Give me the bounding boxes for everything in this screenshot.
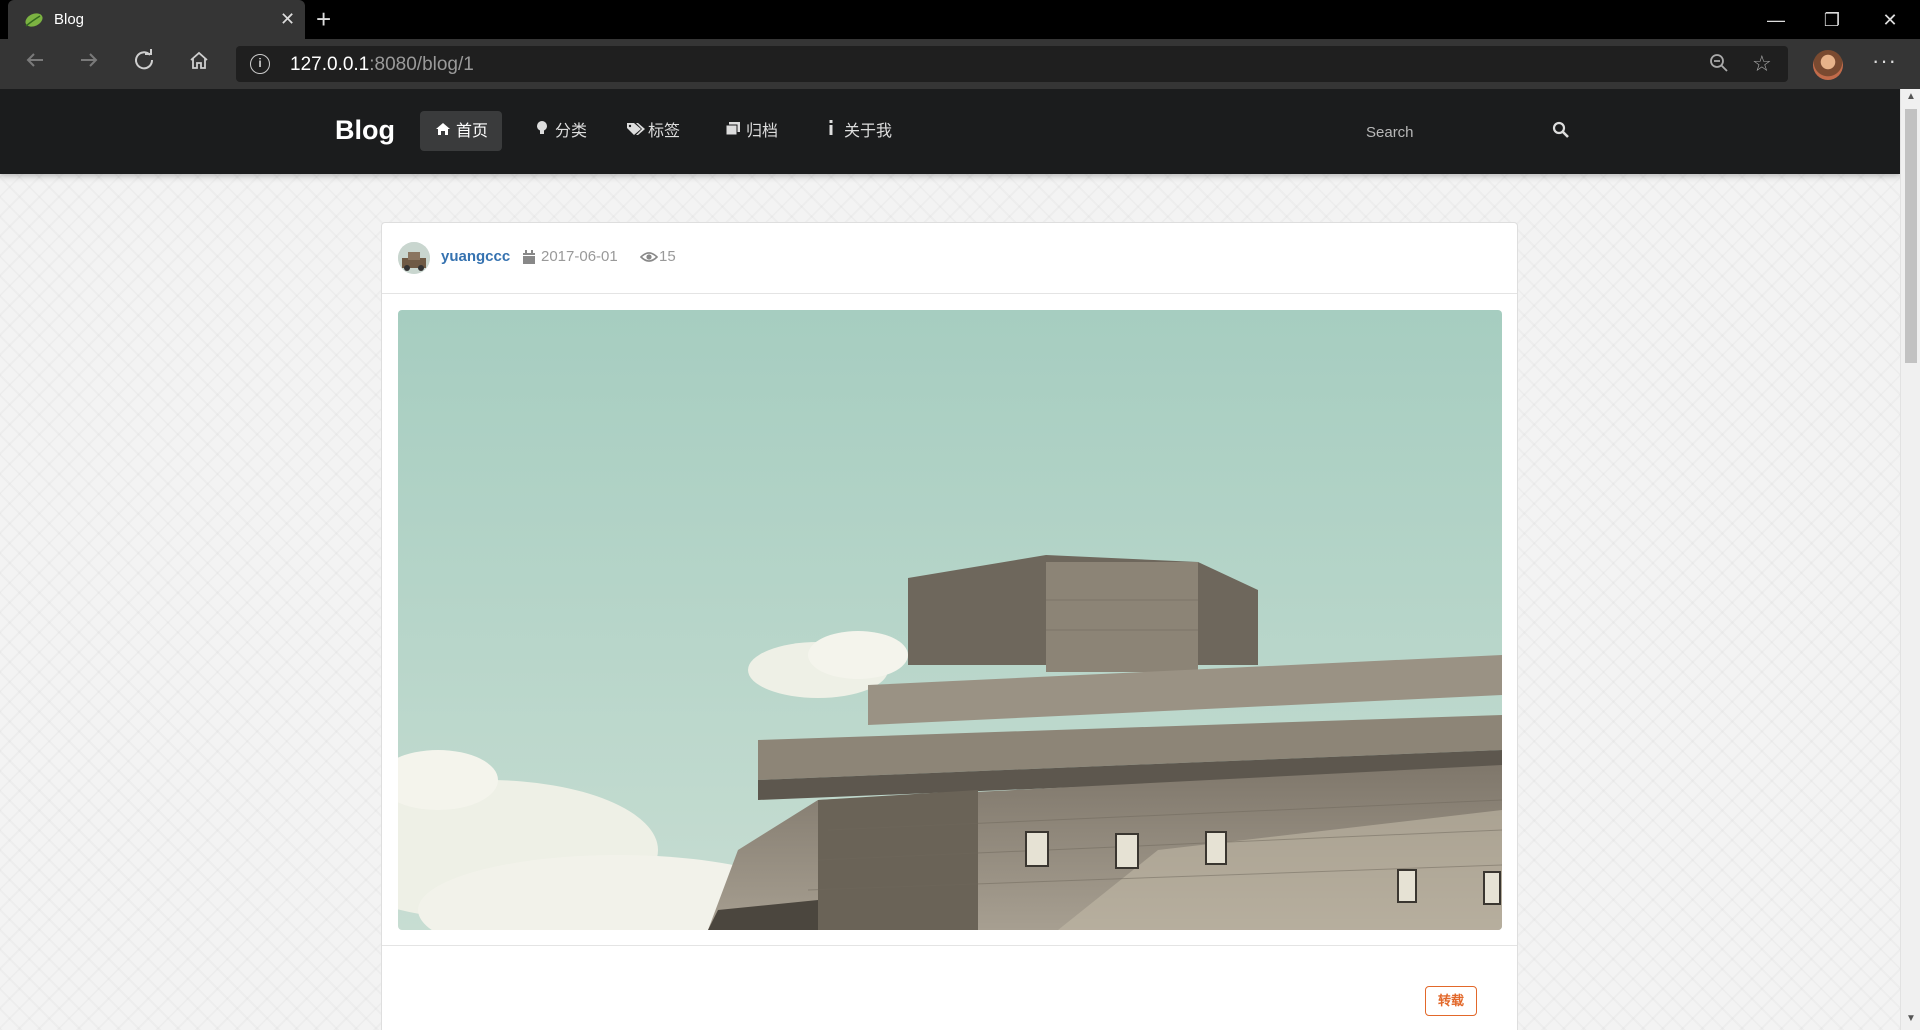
browser-tab[interactable]: Blog ✕ bbox=[8, 0, 305, 39]
favorite-star-icon[interactable]: ☆ bbox=[1752, 51, 1772, 77]
post-cover-image bbox=[398, 310, 1502, 930]
new-tab-button[interactable]: + bbox=[316, 4, 331, 35]
view-count: 15 bbox=[659, 248, 676, 265]
nav-item-label: 标签 bbox=[648, 123, 681, 140]
arrow-left-icon bbox=[26, 53, 43, 67]
scroll-down-arrow-icon[interactable]: ▼ bbox=[1906, 1013, 1916, 1024]
author-link[interactable]: yuangccc bbox=[441, 248, 510, 265]
back-button[interactable] bbox=[18, 49, 52, 79]
eye-icon bbox=[640, 252, 658, 262]
scroll-thumb[interactable] bbox=[1905, 109, 1917, 363]
site-info-icon[interactable]: i bbox=[250, 54, 270, 74]
site-search bbox=[1366, 119, 1569, 145]
blog-post-card: yuangccc 2017-06-01 15 转载 bbox=[381, 222, 1518, 1030]
nav-item-home[interactable]: 首页 bbox=[420, 111, 503, 151]
refresh-button[interactable] bbox=[127, 49, 161, 79]
home-outline-icon bbox=[190, 51, 208, 69]
nav-item-archive[interactable]: 归档 bbox=[710, 111, 792, 151]
home-button[interactable] bbox=[182, 49, 216, 79]
clone-icon bbox=[724, 111, 742, 151]
url-text: 127.0.0.1:8080/blog/1 bbox=[290, 54, 474, 76]
info-icon bbox=[822, 111, 840, 151]
nav-item-label: 首页 bbox=[456, 123, 489, 140]
url-host: 127.0.0.1 bbox=[290, 54, 370, 75]
refresh-icon bbox=[135, 49, 154, 70]
page-scrollbar[interactable]: ▲ ▼ bbox=[1900, 89, 1920, 1030]
scroll-up-arrow-icon[interactable]: ▲ bbox=[1906, 91, 1916, 102]
post-meta-bar: yuangccc 2017-06-01 15 bbox=[382, 223, 1517, 294]
site-brand[interactable]: Blog bbox=[335, 115, 395, 146]
post-type-badge: 转载 bbox=[1425, 986, 1477, 1016]
calendar-icon bbox=[523, 250, 535, 264]
profile-avatar[interactable] bbox=[1813, 50, 1843, 80]
browser-toolbar: i 127.0.0.1:8080/blog/1 ☆ ··· bbox=[0, 39, 1920, 89]
post-date: 2017-06-01 bbox=[541, 248, 618, 265]
home-icon bbox=[434, 111, 452, 151]
browser-tabstrip: Blog ✕ + — ❐ ✕ bbox=[0, 0, 1920, 39]
search-icon[interactable] bbox=[1552, 121, 1570, 139]
zoom-icon[interactable] bbox=[1708, 52, 1730, 80]
site-navbar: Blog 首页 分类 标签 归档 关于我 bbox=[0, 89, 1900, 174]
minimize-button[interactable]: — bbox=[1756, 6, 1796, 34]
author-avatar[interactable] bbox=[398, 242, 430, 274]
tags-icon bbox=[626, 111, 645, 151]
tab-title: Blog bbox=[54, 11, 85, 28]
restore-button[interactable]: ❐ bbox=[1812, 6, 1852, 34]
url-path: :8080/blog/1 bbox=[369, 54, 474, 75]
leaf-icon bbox=[25, 13, 43, 27]
nav-item-category[interactable]: 分类 bbox=[519, 111, 601, 151]
nav-item-about[interactable]: 关于我 bbox=[808, 111, 906, 151]
arrow-right-icon bbox=[81, 53, 98, 67]
nav-item-tags[interactable]: 标签 bbox=[612, 111, 694, 151]
page-viewport: Blog 首页 分类 标签 归档 关于我 Search yuangccc 201… bbox=[0, 89, 1920, 1030]
nav-item-label: 关于我 bbox=[844, 123, 893, 140]
search-input[interactable] bbox=[1366, 119, 1526, 145]
nav-item-label: 分类 bbox=[555, 123, 588, 140]
lightbulb-icon bbox=[533, 111, 551, 151]
window-close-button[interactable]: ✕ bbox=[1870, 6, 1910, 34]
card-divider bbox=[382, 945, 1517, 946]
more-menu-icon[interactable]: ··· bbox=[1872, 48, 1897, 74]
nav-item-label: 归档 bbox=[746, 123, 779, 140]
tab-close-icon[interactable]: ✕ bbox=[280, 9, 295, 30]
forward-button[interactable] bbox=[72, 49, 106, 79]
address-bar[interactable]: i 127.0.0.1:8080/blog/1 ☆ bbox=[236, 46, 1788, 82]
